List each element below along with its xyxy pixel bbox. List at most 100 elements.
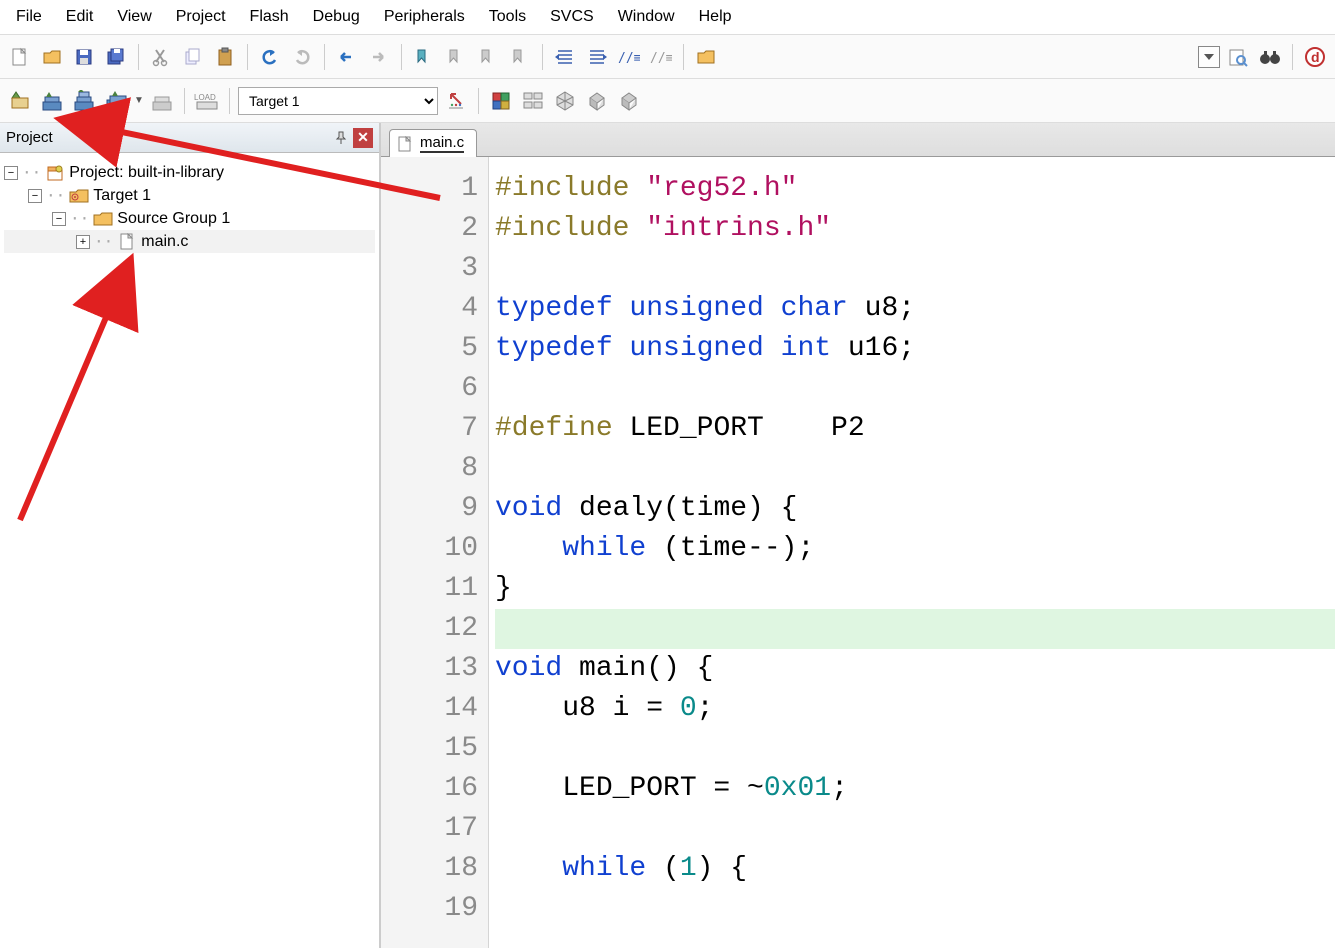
build-button[interactable]: [38, 87, 66, 115]
panel-title-text: Project: [6, 129, 53, 146]
collapse-icon[interactable]: −: [4, 166, 18, 180]
collapse-icon[interactable]: −: [28, 189, 42, 203]
editor-tab-mainc[interactable]: main.c: [389, 129, 477, 157]
toolbar-separator: [683, 44, 684, 70]
menu-flash[interactable]: Flash: [238, 2, 301, 32]
svg-text://≡: //≡: [618, 51, 640, 65]
save-button[interactable]: [70, 43, 98, 71]
indent-button[interactable]: [551, 43, 579, 71]
options-button[interactable]: [442, 87, 470, 115]
nav-forward-button[interactable]: [365, 43, 393, 71]
panel-header: Project ✕: [0, 123, 379, 153]
save-all-button[interactable]: [102, 43, 130, 71]
toolbar-separator: [138, 44, 139, 70]
binoculars-icon[interactable]: [1256, 43, 1284, 71]
batch-build-button[interactable]: [102, 87, 130, 115]
bookmark-next-button[interactable]: [474, 43, 502, 71]
menu-debug[interactable]: Debug: [301, 2, 372, 32]
dropdown-arrow-icon[interactable]: ▼: [134, 95, 144, 106]
toolbar-main: //≡ //≡ d: [0, 35, 1335, 79]
manage-rtenv-button[interactable]: [551, 87, 579, 115]
find-in-files-button[interactable]: [692, 43, 720, 71]
c-file-icon: [398, 136, 414, 152]
unindent-button[interactable]: [583, 43, 611, 71]
undo-button[interactable]: [256, 43, 284, 71]
project-icon: [45, 164, 65, 182]
tree-connector: ··: [70, 209, 89, 228]
project-panel: Project ✕ − ·· Project: built-in-library…: [0, 123, 380, 948]
target-label: Target 1: [93, 187, 151, 205]
svg-text:LOAD: LOAD: [194, 93, 216, 102]
menu-file[interactable]: File: [4, 2, 54, 32]
tree-group-node[interactable]: − ·· Source Group 1: [4, 207, 375, 230]
paste-button[interactable]: [211, 43, 239, 71]
folder-icon: [93, 210, 113, 228]
stop-build-button[interactable]: [148, 87, 176, 115]
pack-installer-button[interactable]: [583, 87, 611, 115]
project-label: Project: built-in-library: [69, 164, 224, 182]
editor-area: main.c 12345678910111213141516171819 #in…: [380, 123, 1335, 948]
toolbar-separator: [478, 88, 479, 114]
panel-close-button[interactable]: ✕: [353, 128, 373, 148]
file-label: main.c: [141, 233, 188, 251]
translate-button[interactable]: [6, 87, 34, 115]
tree-connector: ··: [22, 163, 41, 182]
cut-button[interactable]: [147, 43, 175, 71]
download-button[interactable]: LOAD: [193, 87, 221, 115]
target-icon: [69, 187, 89, 205]
tab-label: main.c: [420, 134, 464, 153]
collapse-icon[interactable]: −: [52, 212, 66, 226]
code-content[interactable]: #include "reg52.h"#include "intrins.h"ty…: [489, 157, 1335, 948]
menu-svcs[interactable]: SVCS: [538, 2, 606, 32]
tree-file-node[interactable]: + ·· main.c: [4, 230, 375, 253]
new-file-button[interactable]: [6, 43, 34, 71]
toolbar-separator: [184, 88, 185, 114]
main-area: Project ✕ − ·· Project: built-in-library…: [0, 123, 1335, 948]
svg-text:d: d: [1311, 49, 1320, 65]
toolbar-separator: [229, 88, 230, 114]
nav-back-button[interactable]: [333, 43, 361, 71]
project-tree: − ·· Project: built-in-library − ·· Targ…: [0, 153, 379, 261]
toolbar-separator: [1292, 44, 1293, 70]
find-button[interactable]: [1224, 43, 1252, 71]
target-select[interactable]: Target 1: [238, 87, 438, 115]
copy-button[interactable]: [179, 43, 207, 71]
menu-tools[interactable]: Tools: [477, 2, 538, 32]
search-dropdown[interactable]: [1198, 46, 1220, 68]
redo-button[interactable]: [288, 43, 316, 71]
debug-session-button[interactable]: d: [1301, 43, 1329, 71]
rebuild-button[interactable]: [70, 87, 98, 115]
uncomment-button[interactable]: //≡: [647, 43, 675, 71]
toolbar-separator: [324, 44, 325, 70]
manage-project-button[interactable]: [487, 87, 515, 115]
bookmark-toggle-button[interactable]: [410, 43, 438, 71]
group-label: Source Group 1: [117, 210, 230, 228]
menu-edit[interactable]: Edit: [54, 2, 106, 32]
bookmark-prev-button[interactable]: [442, 43, 470, 71]
menu-help[interactable]: Help: [687, 2, 744, 32]
toolbar-build: ▼ LOAD Target 1: [0, 79, 1335, 123]
multi-project-button[interactable]: [519, 87, 547, 115]
tree-project-node[interactable]: − ·· Project: built-in-library: [4, 161, 375, 184]
line-number-gutter: 12345678910111213141516171819: [381, 157, 489, 948]
menu-project[interactable]: Project: [164, 2, 238, 32]
menu-window[interactable]: Window: [606, 2, 687, 32]
c-file-icon: [117, 233, 137, 251]
menu-view[interactable]: View: [105, 2, 163, 32]
menubar: File Edit View Project Flash Debug Perip…: [0, 0, 1335, 35]
open-file-button[interactable]: [38, 43, 66, 71]
books-button[interactable]: [615, 87, 643, 115]
editor-tabstrip: main.c: [381, 123, 1335, 157]
comment-button[interactable]: //≡: [615, 43, 643, 71]
toolbar-separator: [401, 44, 402, 70]
bookmark-clear-button[interactable]: [506, 43, 534, 71]
expand-icon[interactable]: +: [76, 235, 90, 249]
code-editor[interactable]: 12345678910111213141516171819 #include "…: [381, 157, 1335, 948]
toolbar-separator: [542, 44, 543, 70]
tree-target-node[interactable]: − ·· Target 1: [4, 184, 375, 207]
tree-connector: ··: [46, 186, 65, 205]
svg-text://≡: //≡: [650, 51, 672, 65]
tree-connector: ··: [94, 232, 113, 251]
menu-peripherals[interactable]: Peripherals: [372, 2, 477, 32]
pin-icon[interactable]: [333, 130, 349, 146]
